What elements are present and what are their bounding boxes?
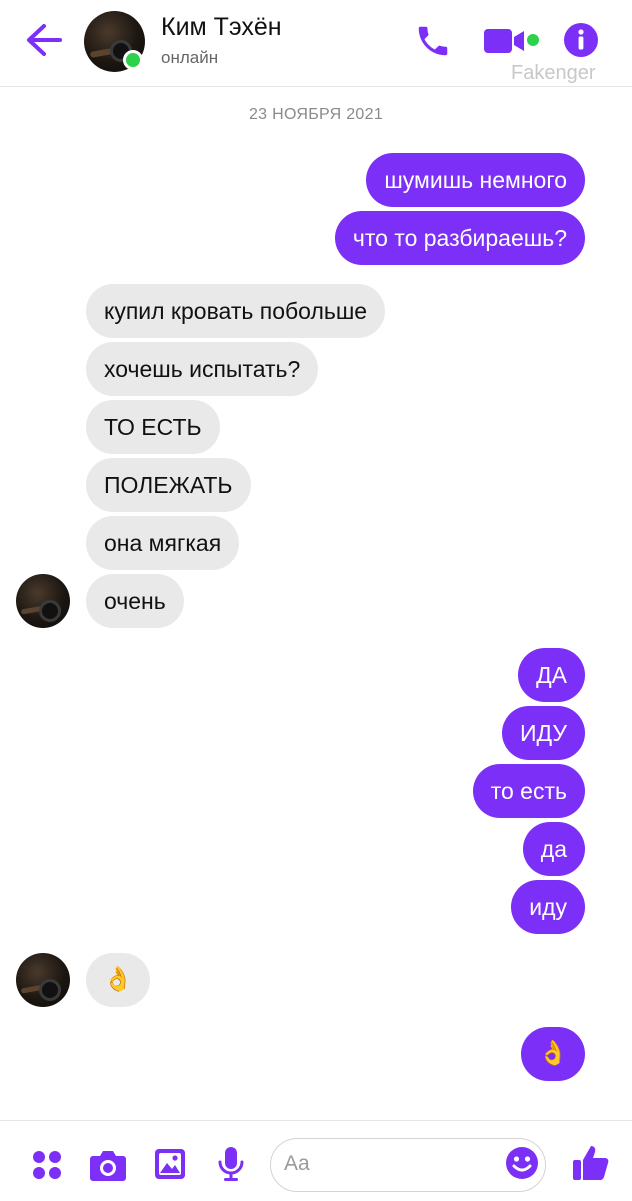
message-bubble-incoming[interactable]: ТО ЕСТЬ	[86, 400, 220, 454]
message-bubble-outgoing[interactable]: ИДУ	[502, 706, 585, 760]
message-bubble-incoming[interactable]: купил кровать побольше	[86, 284, 386, 338]
online-status-dot	[123, 50, 143, 70]
video-camera-icon[interactable]	[484, 27, 526, 55]
message-bubble-outgoing[interactable]: что то разбираешь?	[334, 211, 585, 265]
contact-status: онлайн	[161, 48, 219, 67]
sender-avatar[interactable]	[16, 574, 70, 628]
sender-avatar[interactable]	[16, 953, 70, 1007]
message-bubble-incoming-emoji[interactable]: 👌	[86, 953, 150, 1007]
message-bubble-outgoing[interactable]: то есть	[472, 764, 585, 818]
phone-icon[interactable]	[414, 22, 452, 60]
more-apps-icon[interactable]	[31, 1149, 63, 1181]
chat-header: Ким Тэхён онлайн Fakenger	[0, 0, 632, 87]
camera-icon[interactable]	[89, 1148, 127, 1182]
back-arrow-icon[interactable]	[24, 22, 64, 58]
message-bubble-outgoing-emoji[interactable]: 👌	[521, 1027, 585, 1081]
message-bubble-outgoing[interactable]: иду	[511, 880, 585, 934]
message-input-placeholder: Aa	[284, 1152, 310, 1175]
message-bubble-incoming[interactable]: она мягкая	[86, 516, 240, 570]
contact-name[interactable]: Ким Тэхён	[161, 13, 282, 42]
message-bubble-incoming[interactable]: хочешь испытать?	[86, 342, 319, 396]
emoji-icon[interactable]	[505, 1146, 539, 1180]
date-separator: 23 НОЯБРЯ 2021	[248, 106, 384, 123]
message-bubble-incoming[interactable]: ПОЛЕЖАТЬ	[86, 458, 251, 512]
message-bubble-outgoing[interactable]: да	[522, 822, 585, 876]
message-bubble-outgoing[interactable]: шумишь немного	[366, 153, 585, 207]
gallery-image-icon[interactable]	[154, 1148, 186, 1180]
thumbs-up-icon[interactable]	[572, 1144, 610, 1182]
microphone-icon[interactable]	[217, 1146, 245, 1182]
watermark: Fakenger	[511, 62, 596, 84]
message-bubble-outgoing[interactable]: ДА	[518, 648, 585, 702]
message-bubble-incoming[interactable]: очень	[86, 574, 184, 628]
info-icon[interactable]	[564, 23, 598, 57]
video-online-dot	[527, 34, 539, 46]
